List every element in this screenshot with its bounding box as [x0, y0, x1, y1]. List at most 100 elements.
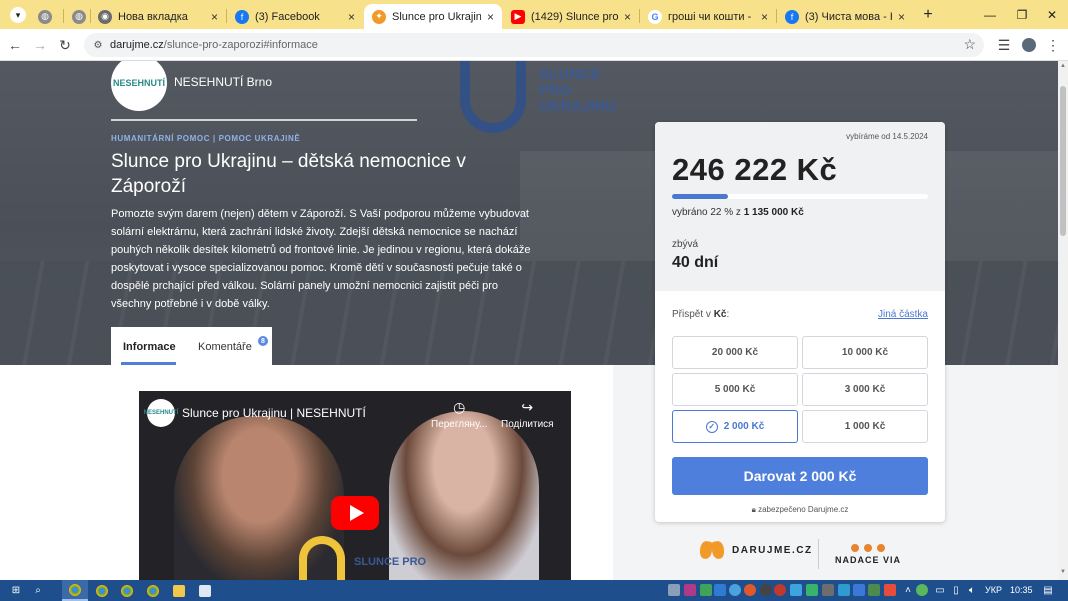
tray-icon[interactable]: [668, 584, 680, 596]
comments-count-badge: 8: [258, 336, 268, 346]
nadace-via-logo[interactable]: NADACE VIA: [835, 544, 901, 565]
amount-button-20000[interactable]: 20 000 Kč: [672, 336, 798, 369]
browser-tab-8[interactable]: f (3) Чиста мова - Кошт ×: [777, 4, 913, 29]
reading-list-icon: ☰: [997, 36, 1011, 53]
watch-later-button[interactable]: ◷ Перегляну...: [431, 399, 487, 430]
other-amount-link[interactable]: Jiná částka: [878, 309, 928, 320]
volume-icon[interactable]: 🔈︎: [964, 583, 980, 598]
close-icon[interactable]: ×: [211, 10, 218, 24]
tab-informace[interactable]: Informace: [123, 341, 176, 353]
search-icon[interactable]: ⌕: [30, 583, 46, 598]
browser-tab-1[interactable]: ◍: [30, 4, 64, 29]
close-icon[interactable]: ×: [761, 10, 768, 24]
battery-icon[interactable]: ▯: [948, 583, 964, 598]
youtube-video-embed[interactable]: NESEHNUTÍ Slunce pro Ukrajinu | NESEHNUT…: [139, 391, 571, 580]
category-tags[interactable]: HUMANITÁRNÍ POMOC | POMOC UKRAJINĚ: [111, 134, 300, 143]
browser-tab-6[interactable]: ▶ (1429) Slunce pro Ukraj ×: [503, 4, 639, 29]
browser-tab-4[interactable]: f (3) Facebook ×: [227, 4, 363, 29]
back-button[interactable]: ←: [6, 36, 24, 54]
address-bar[interactable]: ⚙ darujme.cz/slunce-pro-zaporozi#informa…: [84, 33, 984, 57]
minimize-button[interactable]: —: [974, 0, 1006, 29]
browser-tab-3[interactable]: ◉ Нова вкладка ×: [90, 4, 226, 29]
tray-icon[interactable]: [884, 584, 896, 596]
taskbar-chrome[interactable]: [62, 580, 88, 601]
forward-button[interactable]: →: [31, 36, 49, 54]
taskbar-chrome-3[interactable]: [114, 580, 140, 601]
new-tab-button[interactable]: +: [912, 0, 944, 29]
close-icon[interactable]: ×: [487, 10, 494, 24]
slunce-logo-icon: [460, 61, 526, 133]
amount-button-2000-selected[interactable]: ✓ 2 000 Kč: [672, 410, 798, 443]
tray-icon[interactable]: [822, 584, 834, 596]
input-language[interactable]: УКР: [985, 585, 1002, 595]
amount-button-10000[interactable]: 10 000 Kč: [802, 336, 928, 369]
reload-icon: ↻: [59, 36, 71, 53]
tray-icon[interactable]: [868, 584, 880, 596]
play-button[interactable]: [331, 496, 379, 530]
scrollbar-thumb[interactable]: [1060, 86, 1066, 236]
tray-icon[interactable]: [838, 584, 850, 596]
page-content: SLUNCE PRO UKRAJINU NESEHNUTÍ NESEHNUTÍ …: [0, 61, 1068, 580]
tray-icon[interactable]: [744, 584, 756, 596]
page-scrollbar[interactable]: ▲ ▼: [1058, 61, 1068, 580]
tray-icon[interactable]: [760, 584, 772, 596]
tray-icon[interactable]: [790, 584, 802, 596]
tray-icon[interactable]: [806, 584, 818, 596]
taskbar-chrome-2[interactable]: [89, 580, 115, 601]
browser-menu-button[interactable]: ⋮: [1044, 36, 1062, 54]
secured-note: 🔒︎ zabezpečeno Darujme.cz: [751, 505, 849, 514]
amount-button-3000[interactable]: 3 000 Kč: [802, 373, 928, 406]
share-button[interactable]: ↪ Поділитися: [501, 399, 554, 430]
collection-start-date: vybíráme od 14.5.2024: [846, 132, 928, 141]
taskbar-chrome-4[interactable]: [140, 580, 166, 601]
tray-icon[interactable]: [729, 584, 741, 596]
tray-icon[interactable]: [774, 584, 786, 596]
taskbar-file-explorer[interactable]: [166, 580, 192, 601]
amount-button-1000[interactable]: 1 000 Kč: [802, 410, 928, 443]
org-avatar[interactable]: NESEHNUTÍ: [111, 61, 167, 111]
globe-icon: ◍: [72, 9, 86, 24]
chrome-icon: [69, 583, 81, 596]
scroll-up-icon[interactable]: ▲: [1059, 63, 1067, 71]
close-icon[interactable]: ×: [624, 10, 631, 24]
tray-icon[interactable]: [853, 584, 865, 596]
time-left-label: zbývá: [672, 239, 699, 250]
taskbar-clock[interactable]: 10:35: [1010, 585, 1033, 595]
browser-tab-5-active[interactable]: ✦ Slunce pro Ukrajinu – d ×: [364, 4, 502, 29]
network-icon[interactable]: ▭: [932, 583, 948, 598]
tray-icon[interactable]: [714, 584, 726, 596]
tray-icon[interactable]: [700, 584, 712, 596]
video-title[interactable]: Slunce pro Ukrajinu | NESEHNUTÍ: [182, 406, 366, 420]
bookmark-star-icon[interactable]: ☆: [963, 36, 976, 53]
darujme-logo[interactable]: DARUJME.CZ: [700, 541, 813, 559]
browser-tab-bar: ▾ ◍ ◍ ◉ Нова вкладка × f (3) Facebook × …: [0, 0, 1068, 29]
browser-tab-7[interactable]: G гроші чи кошти - Пош ×: [640, 4, 776, 29]
tray-icon[interactable]: [684, 584, 696, 596]
restore-button[interactable]: ❐: [1006, 0, 1038, 29]
close-window-button[interactable]: ✕: [1036, 0, 1068, 29]
tray-icon[interactable]: [916, 584, 928, 596]
profile-button[interactable]: [1020, 36, 1038, 54]
close-icon[interactable]: ×: [898, 10, 905, 24]
chevron-up-icon[interactable]: ˄: [900, 583, 916, 598]
divider: [111, 119, 417, 121]
site-settings-icon[interactable]: ⚙: [91, 38, 105, 52]
notifications-icon[interactable]: ▤: [1040, 583, 1056, 598]
reading-list-button[interactable]: ☰: [995, 36, 1013, 54]
scroll-down-icon[interactable]: ▼: [1059, 569, 1067, 577]
amount-button-5000[interactable]: 5 000 Kč: [672, 373, 798, 406]
tab-komentare[interactable]: Komentáře: [198, 341, 252, 353]
org-name[interactable]: NESEHNUTÍ Brno: [174, 75, 272, 89]
url-path: /slunce-pro-zaporozi#informace: [163, 39, 318, 51]
campaign-description: Pomozte svým darem (nejen) dětem v Zápor…: [111, 208, 531, 310]
windows-start-icon[interactable]: ⊞: [8, 583, 24, 598]
time-left-value: 40 dní: [672, 254, 719, 271]
channel-avatar[interactable]: NESEHNUTÍ: [144, 399, 178, 427]
taskbar-app[interactable]: [192, 580, 218, 601]
hero-logo-text: SLUNCE PRO UKRAJINU: [539, 66, 617, 115]
close-icon: ✕: [1046, 7, 1058, 22]
browser-tab-2[interactable]: ◍: [64, 4, 90, 29]
donate-button[interactable]: Darovat 2 000 Kč: [672, 457, 928, 495]
close-icon[interactable]: ×: [348, 10, 355, 24]
reload-button[interactable]: ↻: [56, 36, 74, 54]
